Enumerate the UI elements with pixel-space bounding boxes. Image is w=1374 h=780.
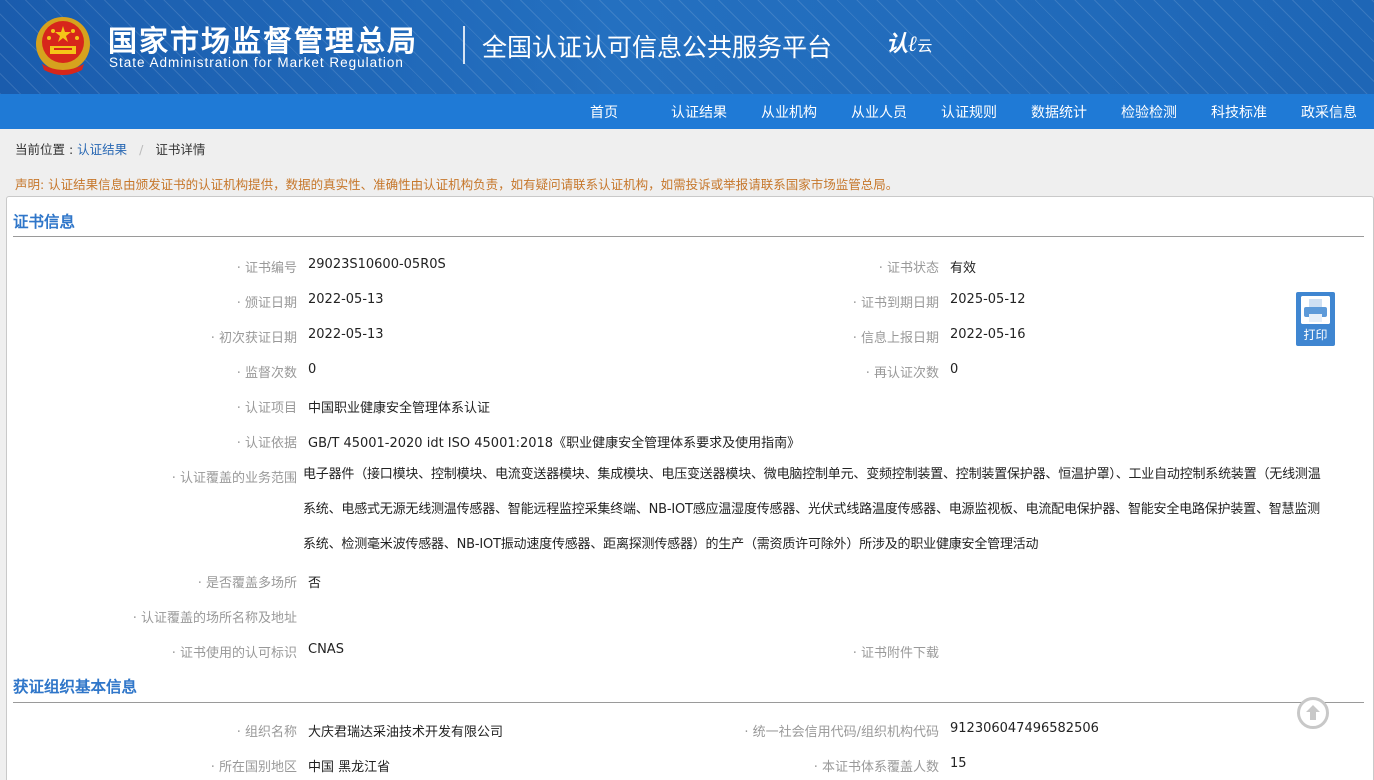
nav-item-home[interactable]: 首页 [554, 102, 654, 122]
value-supervision-count: 0 [308, 362, 317, 377]
arrow-up-circle-icon[interactable] [1297, 697, 1329, 729]
agency-title-cn: 国家市场监督管理总局 [108, 24, 419, 58]
breadcrumb: 当前位置 : 认证结果 / 证书详情 [15, 139, 205, 158]
section-title-org-info: 获证组织基本信息 [13, 678, 138, 696]
header-divider [463, 26, 465, 64]
value-status: 有效 [950, 261, 977, 276]
nav-item-tech-standards[interactable]: 科技标准 [1194, 102, 1284, 122]
logo-text: 认 [886, 31, 909, 57]
label-site-name-addr: · 认证覆盖的场所名称及地址 [132, 611, 297, 626]
label-issue-date: · 颁证日期 [236, 296, 297, 311]
agency-title-en: State Administration for Market Regulati… [109, 55, 404, 70]
value-covered-people: 15 [950, 756, 967, 771]
platform-logo: 认ℓ云 [886, 26, 932, 58]
label-basis: · 认证依据 [236, 436, 297, 451]
section-title-cert-info: 证书信息 [13, 213, 76, 231]
value-org-name: 大庆君瑞达采油技术开发有限公司 [308, 725, 504, 740]
breadcrumb-current: 证书详情 [155, 142, 206, 157]
label-expiry-date: · 证书到期日期 [852, 296, 939, 311]
label-multi-site: · 是否覆盖多场所 [197, 576, 297, 591]
nav-item-inspection[interactable]: 检验检测 [1104, 102, 1194, 122]
nav-item-procurement[interactable]: 政采信息 [1284, 102, 1374, 122]
breadcrumb-link-cert-results[interactable]: 认证结果 [77, 142, 127, 157]
label-report-date: · 信息上报日期 [852, 331, 939, 346]
value-accreditation-mark: CNAS [308, 642, 344, 657]
value-expiry-date: 2025-05-12 [950, 292, 1026, 307]
main-nav: 首页 认证结果 从业机构 从业人员 认证规则 数据统计 检验检测 科技标准 政采… [0, 94, 1374, 129]
print-button[interactable]: 打印 [1296, 292, 1335, 346]
nav-item-statistics[interactable]: 数据统计 [1014, 102, 1104, 122]
value-multi-site: 否 [308, 576, 322, 591]
label-first-date: · 初次获证日期 [210, 331, 297, 346]
value-region: 中国 黑龙江省 [308, 760, 391, 775]
value-cert-no: 29023S10600-05R0S [308, 257, 446, 272]
label-region: · 所在国别地区 [210, 760, 297, 775]
logo-swirl-icon: ℓ [908, 31, 918, 57]
nav-item-personnel[interactable]: 从业人员 [834, 102, 924, 122]
label-project: · 认证项目 [236, 401, 297, 416]
label-covered-people: · 本证书体系覆盖人数 [813, 760, 939, 775]
platform-title: 全国认证认可信息公共服务平台 [482, 33, 833, 62]
detail-card: 证书信息 · 证书编号 29023S10600-05R0S · 证书状态 有效 … [6, 196, 1374, 780]
section-divider [13, 702, 1364, 703]
section-divider [13, 236, 1364, 237]
breadcrumb-prefix: 当前位置 : [15, 142, 74, 157]
label-credit-code: · 统一社会信用代码/组织机构代码 [744, 725, 939, 740]
site-header: 国家市场监督管理总局 State Administration for Mark… [0, 0, 1374, 94]
nav-item-cert-results[interactable]: 认证结果 [654, 102, 744, 122]
value-report-date: 2022-05-16 [950, 327, 1026, 342]
nav-item-institutions[interactable]: 从业机构 [744, 102, 834, 122]
value-basis: GB/T 45001-2020 idt ISO 45001:2018《职业健康安… [308, 436, 801, 451]
printer-icon [1301, 296, 1330, 324]
print-label: 打印 [1303, 328, 1328, 342]
label-supervision-count: · 监督次数 [236, 366, 297, 381]
value-first-date: 2022-05-13 [308, 327, 384, 342]
label-attachment: · 证书附件下载 [852, 646, 939, 661]
label-status: · 证书状态 [878, 261, 939, 276]
label-recert-count: · 再认证次数 [865, 366, 939, 381]
logo-sub: 云 [917, 37, 933, 55]
label-accreditation-mark: · 证书使用的认可标识 [171, 646, 297, 661]
value-issue-date: 2022-05-13 [308, 292, 384, 307]
value-scope: 电子器件（接口模块、控制模块、电流变送器模块、集成模块、电压变送器模块、微电脑控… [303, 467, 1321, 552]
label-cert-no: · 证书编号 [236, 261, 297, 276]
value-project: 中国职业健康安全管理体系认证 [308, 401, 491, 416]
breadcrumb-separator: / [139, 142, 144, 157]
value-recert-count: 0 [950, 362, 959, 377]
disclaimer-notice: 声明: 认证结果信息由颁发证书的认证机构提供，数据的真实性、准确性由认证机构负责… [15, 177, 899, 192]
national-emblem-icon [36, 17, 90, 75]
label-org-name: · 组织名称 [236, 725, 297, 740]
label-scope: · 认证覆盖的业务范围 [171, 471, 297, 486]
value-credit-code: 912306047496582506 [950, 721, 1099, 736]
nav-item-cert-rules[interactable]: 认证规则 [924, 102, 1014, 122]
